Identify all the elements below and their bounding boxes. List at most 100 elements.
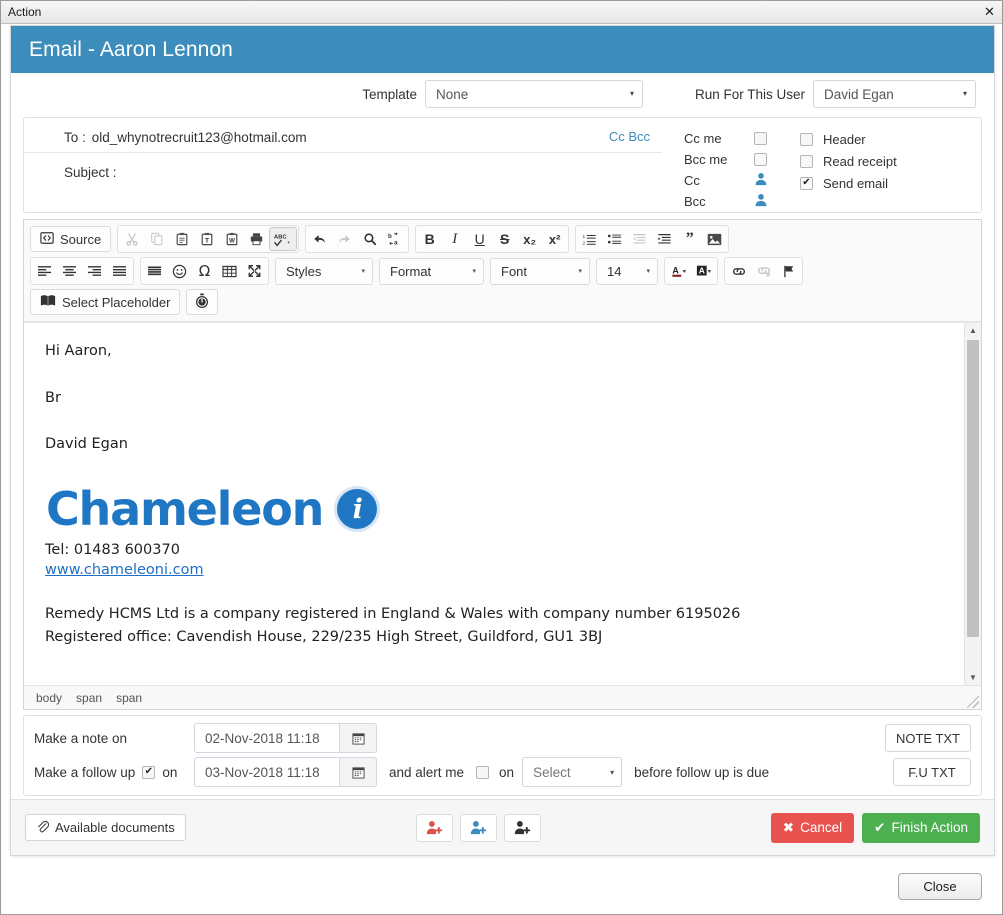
spellcheck-icon[interactable]: ABC — [269, 227, 298, 251]
underline-icon[interactable]: U — [467, 227, 492, 251]
align-justify-icon[interactable] — [107, 259, 132, 283]
add-contact-black-icon[interactable] — [503, 813, 541, 842]
cancel-button[interactable]: ✖ Cancel — [770, 812, 855, 843]
source-button[interactable]: Source — [30, 226, 112, 252]
bcc-me-checkbox[interactable] — [754, 153, 767, 166]
read-receipt-checkbox[interactable] — [800, 154, 813, 168]
subject-label: Subject : — [64, 164, 117, 180]
chevron-down-icon: ▾ — [578, 268, 582, 275]
bulleted-list-icon[interactable] — [602, 227, 627, 251]
followup-on-label: on — [162, 764, 178, 780]
align-center-icon[interactable] — [57, 259, 82, 283]
note-txt-button[interactable]: NOTE TXT — [884, 724, 971, 752]
scrollbar-thumb[interactable] — [967, 340, 979, 637]
person-icon[interactable] — [754, 193, 768, 210]
header-checkbox[interactable] — [800, 132, 813, 146]
element-path-bar: body span span — [24, 685, 981, 709]
to-field[interactable]: To : old_whynotrecruit123@hotmail.com — [24, 125, 662, 153]
format-dropdown[interactable]: Format ▾ — [379, 257, 484, 285]
person-icon[interactable] — [754, 172, 768, 189]
styles-dropdown[interactable]: Styles ▾ — [275, 257, 373, 285]
calendar-icon[interactable] — [339, 723, 377, 753]
redo-icon[interactable] — [332, 227, 357, 251]
outdent-icon[interactable] — [627, 227, 652, 251]
alert-me-checkbox[interactable] — [476, 765, 490, 779]
signature-website-link[interactable]: www.chameleoni.com — [45, 562, 955, 579]
superscript-icon[interactable]: x² — [542, 227, 567, 251]
scroll-up-icon[interactable]: ▲ — [965, 323, 981, 338]
cc-me-checkbox[interactable] — [754, 132, 767, 145]
run-for-user-label: Run For This User — [694, 86, 805, 102]
followup-date-input[interactable]: 03-Nov-2018 11:18 — [194, 757, 339, 787]
modal-header: Email - Aaron Lennon — [11, 26, 994, 73]
email-body-content: Hi Aaron, Br David Egan Chameleon i Tel:… — [24, 323, 981, 648]
path-item-span-2[interactable]: span — [116, 691, 142, 705]
run-for-user-select[interactable]: David Egan ▾ — [813, 80, 976, 108]
blockquote-icon[interactable]: ” — [677, 227, 702, 251]
cut-icon[interactable] — [119, 227, 144, 251]
path-item-span-1[interactable]: span — [76, 691, 102, 705]
replace-icon[interactable]: ba — [382, 227, 407, 251]
image-icon[interactable] — [702, 227, 727, 251]
subject-field[interactable]: Subject : — [24, 158, 662, 186]
template-select[interactable]: None ▾ — [424, 80, 643, 108]
anchor-flag-icon[interactable] — [776, 259, 801, 283]
select-placeholder-button[interactable]: Select Placeholder — [30, 289, 181, 315]
special-character-icon[interactable]: Ω — [192, 259, 217, 283]
table-icon[interactable] — [217, 259, 242, 283]
toolbar-row-1: Source T W ABC b a B I U S x₂ x² 1 2 ” — [26, 223, 979, 255]
bcc-row: Bcc — [684, 191, 782, 212]
paste-text-icon[interactable]: T — [194, 227, 219, 251]
calendar-icon[interactable] — [339, 757, 377, 787]
path-item-body[interactable]: body — [36, 691, 62, 705]
undo-icon[interactable] — [307, 227, 332, 251]
scroll-down-icon[interactable]: ▼ — [965, 670, 981, 685]
copy-icon[interactable] — [144, 227, 169, 251]
cc-bcc-toggle-link[interactable]: Cc Bcc — [609, 129, 650, 144]
svg-text:1: 1 — [583, 234, 586, 240]
subscript-icon[interactable]: x₂ — [517, 227, 542, 251]
align-right-icon[interactable] — [82, 259, 107, 283]
email-body-editor[interactable]: Hi Aaron, Br David Egan Chameleon i Tel:… — [24, 322, 981, 685]
italic-icon[interactable]: I — [442, 227, 467, 251]
add-contact-blue-icon[interactable] — [459, 813, 497, 842]
font-size-dropdown[interactable]: 14 ▾ — [596, 257, 658, 285]
bold-icon[interactable]: B — [417, 227, 442, 251]
paste-icon[interactable] — [169, 227, 194, 251]
finish-action-button[interactable]: ✔ Finish Action — [862, 812, 980, 843]
followup-txt-button[interactable]: F.U TXT — [893, 758, 971, 786]
unlink-icon[interactable] — [751, 259, 776, 283]
template-label: Template — [362, 86, 417, 102]
print-icon[interactable] — [244, 227, 269, 251]
recipient-options: Cc me Bcc me Cc Bcc Header Read receipt … — [662, 118, 981, 212]
send-email-checkbox[interactable] — [800, 176, 813, 190]
numbered-list-icon[interactable]: 12 — [577, 227, 602, 251]
chameleon-wordmark: Chameleon — [46, 482, 324, 537]
resize-grip-icon[interactable] — [967, 696, 979, 708]
font-dropdown[interactable]: Font ▾ — [490, 257, 590, 285]
maximize-icon[interactable] — [242, 259, 267, 283]
smiley-icon[interactable] — [167, 259, 192, 283]
template-row: Template None ▾ Run For This User David … — [11, 73, 994, 115]
add-contact-red-icon[interactable] — [415, 813, 453, 842]
timer-button[interactable] — [186, 289, 219, 315]
link-icon[interactable] — [726, 259, 751, 283]
background-color-icon[interactable]: A — [691, 259, 716, 283]
paste-word-icon[interactable]: W — [219, 227, 244, 251]
find-icon[interactable] — [357, 227, 382, 251]
text-color-icon[interactable]: A — [666, 259, 691, 283]
indent-icon[interactable] — [652, 227, 677, 251]
horizontal-rule-icon[interactable] — [142, 259, 167, 283]
close-icon[interactable]: ✕ — [981, 4, 998, 21]
editor-scrollbar[interactable]: ▲ ▼ — [964, 323, 981, 685]
svg-text:ABC: ABC — [274, 234, 288, 240]
strikethrough-icon[interactable]: S — [492, 227, 517, 251]
align-left-icon[interactable] — [32, 259, 57, 283]
to-value: old_whynotrecruit123@hotmail.com — [91, 130, 307, 145]
available-documents-button[interactable]: Available documents — [25, 814, 186, 841]
note-date-input[interactable]: 02-Nov-2018 11:18 — [194, 723, 339, 753]
close-button[interactable]: Close — [898, 872, 982, 900]
followup-checkbox[interactable] — [142, 765, 156, 779]
alert-offset-value: Select — [533, 764, 571, 780]
alert-offset-select[interactable]: Select ▾ — [522, 757, 623, 787]
